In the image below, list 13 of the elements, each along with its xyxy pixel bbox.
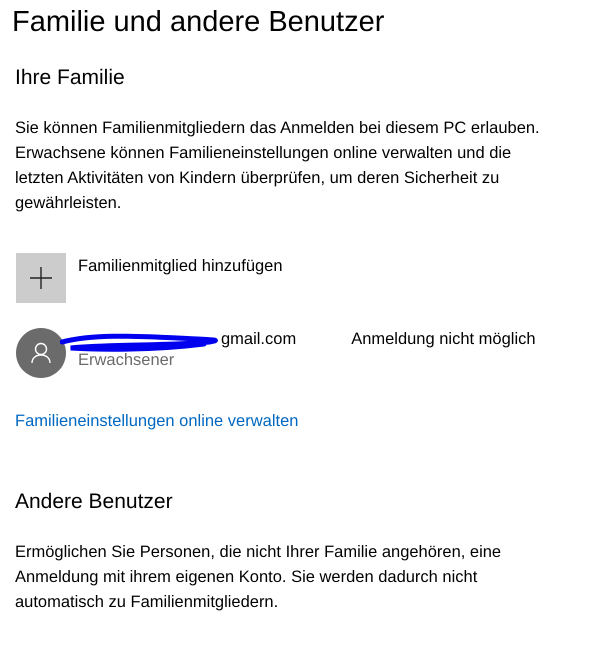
- description-text: Sie können Familienmitgliedern das Anmelden bei diesem PC erlauben. Erwachsene können Familieneinstellungen online verwalten und die letzten Aktivitäten von Kindern überprüfen, um deren Sicherheit zu gewährleisten.: [15, 118, 541, 214]
- add-button[interactable]: [16, 253, 66, 303]
- page-title: Familie und andere Benutzer: [12, 6, 386, 39]
- plus-icon: [30, 267, 52, 289]
- description-text: Ermöglichen Sie Personen, die nicht Ihrer Familie angehören, eine Anmeldung mit ihrem eigenen Konto. Sie werden dadurch nicht automatisch zu Familienmitgliedern.: [15, 542, 502, 613]
- add-member-label[interactable]: Familienmitglied hinzufügen: [78, 256, 283, 276]
- account-role: Erwachsener: [78, 351, 176, 370]
- account-status: Anmeldung nicht möglich: [351, 330, 536, 349]
- section-heading: Andere Benutzer: [15, 490, 174, 514]
- account-email: gmail.com: [221, 330, 296, 349]
- section-heading: Ihre Familie: [15, 66, 126, 90]
- avatar-icon: [16, 328, 66, 378]
- manage-family-link[interactable]: Familieneinstellungen online verwalten: [15, 412, 298, 431]
